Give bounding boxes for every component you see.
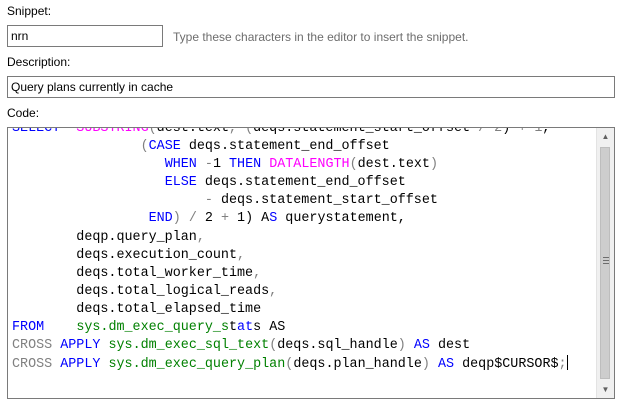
scrollbar-thumb[interactable] xyxy=(600,147,610,379)
code-line: END) / 2 + 1) AS querystatement, xyxy=(148,211,406,227)
chevron-down-icon[interactable]: ▼ xyxy=(597,381,614,398)
code-text[interactable]: SELECT SUBSTRING(dest.text, (deqs.statem… xyxy=(12,127,568,374)
code-label: Code: xyxy=(7,106,40,120)
code-line: deqp.query_plan, xyxy=(12,229,205,245)
chevron-up-icon[interactable]: ▲ xyxy=(597,128,614,145)
code-line: - deqs.statement_start_offset xyxy=(204,193,438,209)
text-caret xyxy=(566,355,568,371)
code-line: ELSE deqs.statement_end_offset xyxy=(164,175,406,191)
code-line: CROSS APPLY sys.dm_exec_query_plan(deqs.… xyxy=(12,355,568,373)
grip-icon xyxy=(603,257,609,266)
snippet-shortcut-field[interactable]: nrn xyxy=(7,25,163,47)
description-field[interactable]: Query plans currently in cache xyxy=(7,76,615,98)
code-line: FROM sys.dm_exec_query_stats AS xyxy=(12,320,294,336)
code-line: SELECT SUBSTRING(dest.text, (deqs.statem… xyxy=(12,127,551,136)
vertical-scrollbar[interactable]: ▲ ▼ xyxy=(596,128,614,398)
code-line: deqs.total_worker_time, xyxy=(12,265,262,281)
code-line: deqs.total_logical_reads, xyxy=(12,283,278,299)
description-label: Description: xyxy=(7,55,71,69)
snippet-label: Snippet: xyxy=(7,4,52,18)
code-line: deqs.total_elapsed_time xyxy=(12,301,262,317)
code-editor[interactable]: SELECT SUBSTRING(dest.text, (deqs.statem… xyxy=(7,127,615,399)
code-line: deqs.execution_count, xyxy=(12,247,246,263)
code-line: (CASE deqs.statement_end_offset xyxy=(140,139,390,155)
snippet-hint: Type these characters in the editor to i… xyxy=(173,30,469,44)
code-line: CROSS APPLY sys.dm_exec_sql_text(deqs.sq… xyxy=(12,338,471,354)
code-line: WHEN -1 THEN DATALENGTH(dest.text) xyxy=(164,157,438,173)
